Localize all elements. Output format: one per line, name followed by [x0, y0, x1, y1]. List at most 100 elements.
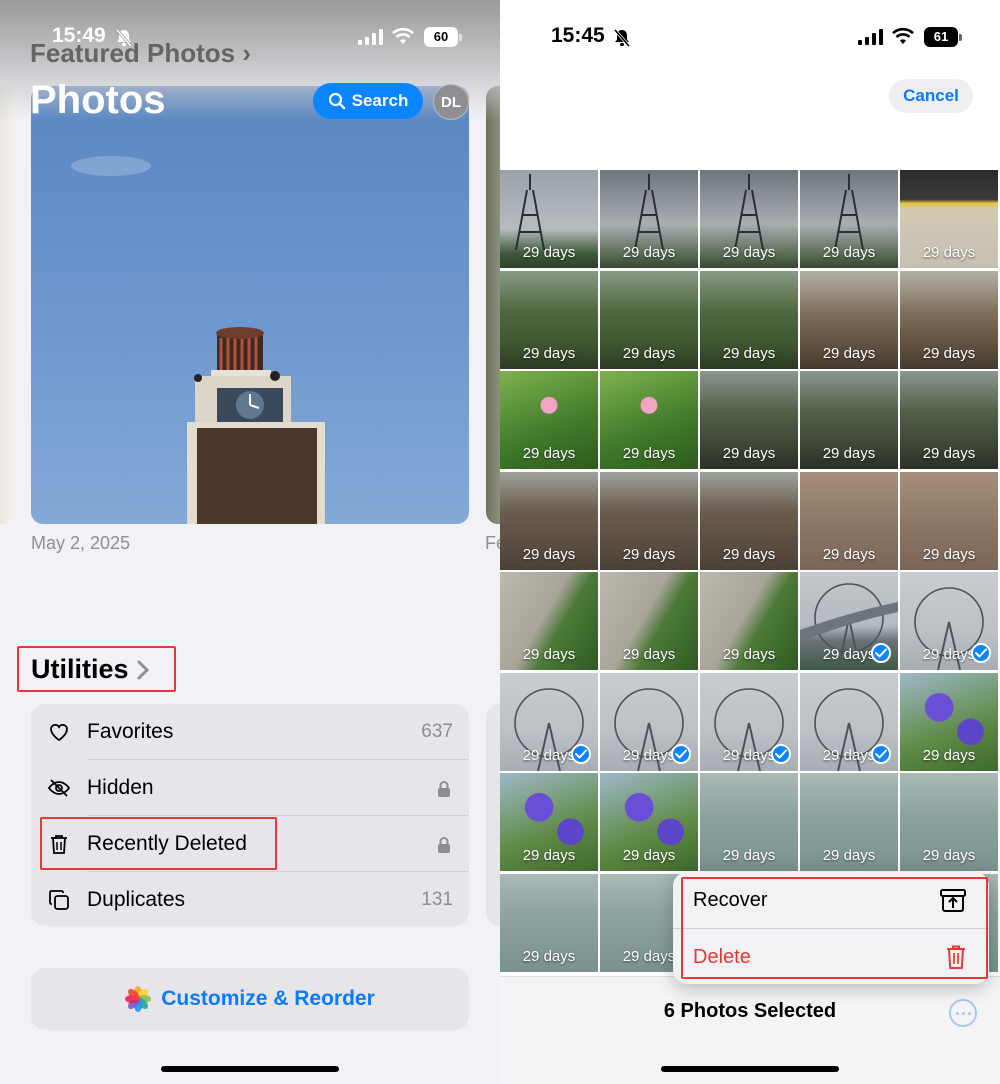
photo-thumbnail[interactable]: 29 days [700, 170, 798, 268]
search-button[interactable]: Search [313, 83, 423, 119]
days-remaining-label: 29 days [922, 545, 976, 563]
search-icon [328, 92, 345, 110]
utilities-list: Favorites 637 Hidden Recently Deleted Du… [31, 704, 469, 926]
photo-thumbnail[interactable]: 29 days [800, 270, 898, 369]
featured-photo-next[interactable] [486, 86, 500, 524]
photo-thumbnail[interactable]: 29 days [700, 371, 798, 469]
avatar[interactable]: DL [433, 84, 469, 120]
photo-thumbnail[interactable]: 29 days [700, 572, 798, 670]
highlight-box-action-menu [681, 877, 988, 979]
checkmark-icon [771, 743, 791, 764]
photo-thumbnail[interactable]: 29 days [900, 170, 998, 268]
photo-thumbnail[interactable]: 29 days [800, 672, 898, 771]
photo-thumbnail[interactable]: 29 days [700, 270, 798, 369]
photo-thumbnail[interactable]: 29 days [700, 471, 798, 570]
utility-item-duplicates[interactable]: Duplicates 131 [31, 872, 469, 928]
photo-thumbnail[interactable]: 29 days [600, 270, 698, 369]
next-photo-date: Fe [485, 533, 500, 553]
silent-bell-icon [613, 29, 631, 47]
checkmark-icon [871, 743, 891, 764]
next-section-card [486, 704, 500, 926]
utility-count: 131 [421, 889, 453, 910]
days-remaining-label: 29 days [922, 445, 976, 462]
days-remaining-label: 29 days [522, 947, 576, 965]
days-remaining-label: 29 days [722, 646, 776, 663]
battery-icon: 61 [924, 27, 962, 47]
photo-thumbnail[interactable]: 29 days [500, 873, 598, 972]
photo-thumbnail[interactable]: 29 days [900, 371, 998, 469]
wifi-icon [392, 27, 414, 44]
photo-thumbnail[interactable]: 29 days [900, 572, 998, 670]
status-time: 15:45 [551, 24, 605, 47]
clock-tower-image [71, 156, 325, 524]
photo-thumbnail[interactable]: 29 days [800, 773, 898, 871]
photo-thumbnail[interactable]: 29 days [700, 773, 798, 871]
utility-count: 637 [421, 721, 453, 742]
status-time: 15:49 [52, 24, 106, 47]
photo-thumbnail[interactable]: 29 days [800, 572, 898, 670]
days-remaining-label: 29 days [922, 244, 976, 261]
days-remaining-label: 29 days [722, 847, 776, 864]
photo-thumbnail[interactable]: 29 days [900, 270, 998, 369]
days-remaining-label: 29 days [622, 445, 676, 462]
selection-count: 6 Photos Selected [663, 1000, 837, 1022]
checkmark-icon [671, 743, 691, 764]
photo-grid: 29 days 29 days 29 days 29 days 29 days 29 da… [500, 170, 1000, 976]
days-remaining-label: 29 days [622, 646, 676, 663]
days-remaining-label: 29 days [922, 344, 976, 362]
days-remaining-label: 29 days [722, 545, 776, 563]
photo-thumbnail[interactable]: 29 days [600, 572, 698, 670]
days-remaining-label: 29 days [922, 746, 976, 764]
photo-thumbnail[interactable]: 29 days [900, 672, 998, 771]
wifi-icon [892, 27, 914, 44]
photo-thumbnail[interactable]: 29 days [600, 773, 698, 871]
days-remaining-label: 29 days [622, 545, 676, 563]
photo-thumbnail[interactable]: 29 days [900, 471, 998, 570]
cancel-button[interactable]: Cancel [889, 79, 973, 113]
page-title: Photos [30, 78, 166, 122]
featured-photo-prev[interactable] [0, 86, 14, 524]
photo-thumbnail[interactable]: 29 days [600, 170, 698, 268]
photo-thumbnail[interactable]: 29 days [800, 170, 898, 268]
utility-item-favorites[interactable]: Favorites 637 [31, 704, 469, 760]
home-indicator[interactable] [661, 1066, 839, 1072]
photo-thumbnail[interactable]: 29 days [500, 371, 598, 469]
photo-thumbnail[interactable]: 29 days [500, 170, 598, 268]
photos-app-icon [125, 986, 152, 1012]
photo-thumbnail[interactable]: 29 days [500, 270, 598, 369]
home-indicator[interactable] [161, 1066, 339, 1072]
more-options-button[interactable] [949, 999, 977, 1027]
photo-thumbnail[interactable]: 29 days [500, 672, 598, 771]
photo-thumbnail[interactable]: 29 days [500, 572, 598, 670]
duplicate-icon [49, 890, 69, 910]
photo-thumbnail[interactable]: 29 days [800, 471, 898, 570]
days-remaining-label: 29 days [522, 244, 576, 261]
dot [955, 1011, 959, 1015]
photo-thumbnail[interactable]: 29 days [800, 371, 898, 469]
cellular-signal-icon [858, 29, 883, 45]
featured-photo[interactable] [31, 86, 469, 524]
checkmark-icon [971, 643, 991, 663]
days-remaining-label: 29 days [822, 847, 876, 864]
status-bar: 15:45 61 [500, 24, 1000, 52]
photo-thumbnail[interactable]: 29 days [500, 471, 598, 570]
utility-item-hidden[interactable]: Hidden [31, 760, 469, 816]
days-remaining-label: 29 days [522, 445, 576, 462]
silent-bell-icon [115, 29, 133, 47]
days-remaining-label: 29 days [922, 847, 976, 864]
utility-label: Hidden [87, 776, 154, 799]
highlight-box-recently-deleted [40, 817, 277, 870]
days-remaining-label: 29 days [522, 545, 576, 563]
days-remaining-label: 29 days [622, 344, 676, 362]
photo-thumbnail[interactable]: 29 days [600, 672, 698, 771]
photo-thumbnail[interactable]: 29 days [600, 371, 698, 469]
photo-thumbnail[interactable]: 29 days [700, 672, 798, 771]
days-remaining-label: 29 days [622, 847, 676, 864]
photo-thumbnail[interactable]: 29 days [600, 471, 698, 570]
utility-label: Favorites [87, 720, 174, 743]
dot [961, 1011, 965, 1015]
days-remaining-label: 29 days [522, 646, 576, 663]
customize-reorder-button[interactable]: Customize & Reorder [31, 968, 469, 1030]
photo-thumbnail[interactable]: 29 days [900, 773, 998, 871]
photo-thumbnail[interactable]: 29 days [500, 773, 598, 871]
